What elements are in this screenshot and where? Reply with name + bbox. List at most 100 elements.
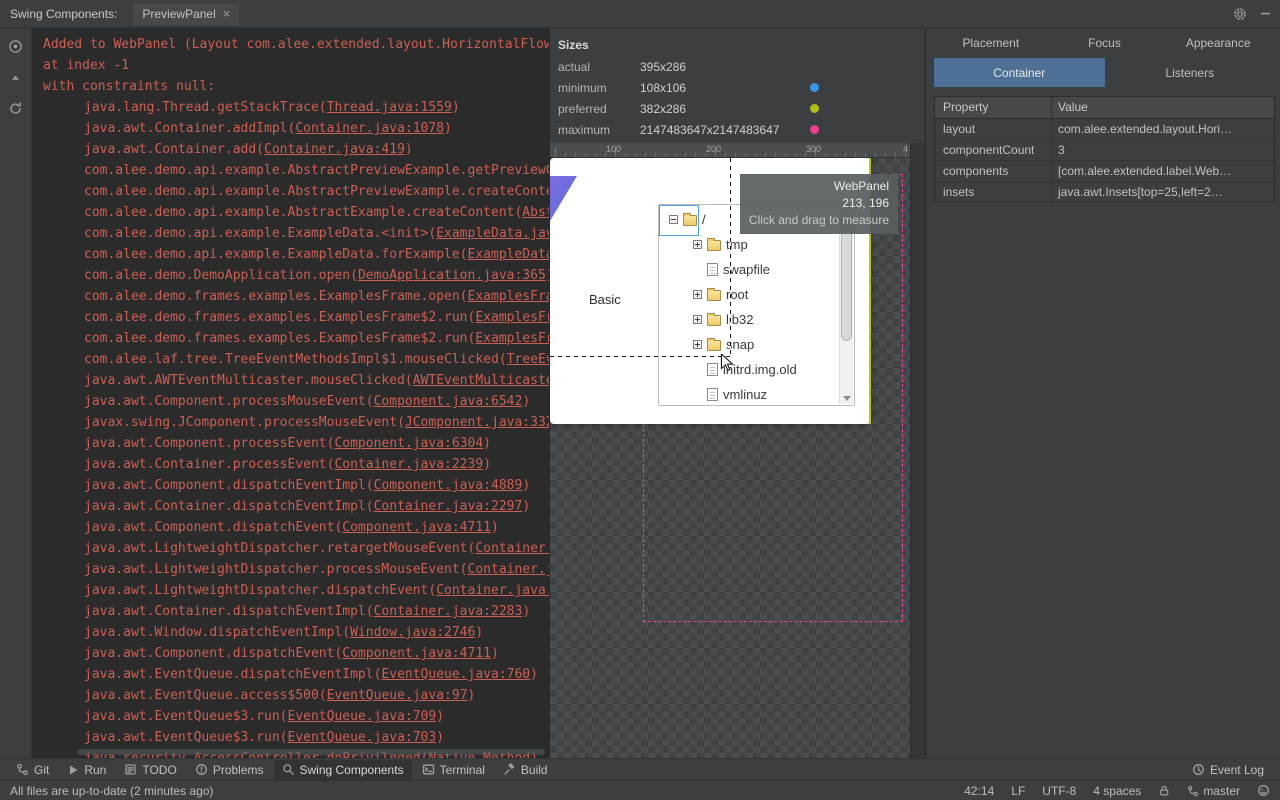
preview-target-icon[interactable] xyxy=(7,37,25,55)
stack-frame-link[interactable]: EventQueue.java:703 xyxy=(288,730,437,745)
stack-frame-link[interactable]: Container.java:4476 xyxy=(436,583,549,598)
table-row[interactable]: componentCount 3 xyxy=(935,140,1274,161)
tool-button-build[interactable]: Build xyxy=(495,760,556,780)
expand-handle-icon[interactable] xyxy=(693,290,702,299)
expand-handle-icon[interactable] xyxy=(693,240,702,249)
horizontal-scrollbar[interactable] xyxy=(77,749,545,755)
tab-placement[interactable]: Placement xyxy=(934,36,1048,50)
stack-frame-text: java.awt.Component.processEvent( xyxy=(84,436,335,451)
hide-icon[interactable] xyxy=(1259,7,1272,20)
expand-handle-icon[interactable] xyxy=(693,315,702,324)
stack-frame-link[interactable]: Container.java:4535 xyxy=(468,562,549,577)
stack-frame-link[interactable]: Container.java:2297 xyxy=(374,499,523,514)
stack-frame-link[interactable]: TreeEventMethodsImpl.java:61 xyxy=(507,352,549,367)
tree-item[interactable]: initrd.img.old xyxy=(659,357,854,382)
table-row[interactable]: components [com.alee.extended.label.Web… xyxy=(935,161,1274,182)
main-area: Added to WebPanel (Layout com.alee.exten… xyxy=(0,28,1280,758)
stack-frame-link[interactable]: Component.java:4711 xyxy=(342,520,491,535)
tree-item[interactable]: vmlinuz xyxy=(659,382,854,405)
tooltip-coordinates: 213, 196 xyxy=(842,196,889,210)
tab-container[interactable]: Container xyxy=(934,58,1105,87)
scroll-down-icon[interactable] xyxy=(843,396,851,401)
stack-frame-link[interactable]: ExampleData.java:38 xyxy=(468,247,549,262)
indent-style[interactable]: 4 spaces xyxy=(1093,784,1141,798)
stack-frame-link[interactable]: JComponent.java:3324 xyxy=(405,415,549,430)
up-arrow-icon[interactable] xyxy=(7,68,25,86)
stack-frame-link[interactable]: ExamplesFrame.java:71 xyxy=(475,331,549,346)
demo-shape-decoration xyxy=(550,176,577,221)
preview-panel: Sizes actual 395x286 minimum 108x106 pre… xyxy=(549,28,925,758)
notifications-icon[interactable] xyxy=(1257,784,1270,797)
table-row[interactable]: insets java.awt.Insets[top=25,left=2… xyxy=(935,182,1274,203)
tool-button-run[interactable]: Run xyxy=(59,760,114,780)
stack-frame-text: java.awt.AWTEventMulticaster.mouseClicke… xyxy=(84,373,413,388)
stack-frame-link[interactable]: Container.java:4904 xyxy=(475,541,549,556)
stack-frame-link[interactable]: AWTEventMulticaster.java:270 xyxy=(413,373,549,388)
tool-window-title: Swing Components: xyxy=(10,6,118,21)
stack-frame-link[interactable]: Container.java:1078 xyxy=(295,121,444,136)
close-icon[interactable]: × xyxy=(223,7,231,20)
stack-frame-link[interactable]: Window.java:2746 xyxy=(350,625,475,640)
stack-frame-link[interactable]: Container.java:2283 xyxy=(374,604,523,619)
console-line: com.alee.laf.tree.TreeEventMethodsImpl$1… xyxy=(43,349,549,370)
tab-listeners[interactable]: Listeners xyxy=(1105,58,1276,87)
tab-focus[interactable]: Focus xyxy=(1048,36,1162,50)
event-log-button[interactable]: Event Log xyxy=(1184,760,1272,780)
tree-item[interactable]: snap xyxy=(659,332,854,357)
stack-frame-close: ) xyxy=(436,709,445,724)
stack-frame-link[interactable]: EventQueue.java:97 xyxy=(327,688,468,703)
stack-frame-link[interactable]: Thread.java:1559 xyxy=(327,100,452,115)
tree-item-label: / xyxy=(702,212,706,227)
stack-frame-close: ) xyxy=(483,457,491,472)
lock-icon[interactable] xyxy=(1158,784,1170,797)
stack-frame-text: com.alee.demo.api.example.ExampleData.fo… xyxy=(84,247,468,262)
tool-button-todo[interactable]: TODO xyxy=(116,760,184,780)
console-line: java.awt.Container.dispatchEventImpl(Con… xyxy=(43,496,549,517)
tab-previewpanel[interactable]: PreviewPanel × xyxy=(133,2,240,25)
tool-button-problems[interactable]: Problems xyxy=(187,760,272,780)
stack-frame-text: with constraints null: xyxy=(43,79,216,94)
stack-frame-link[interactable]: EventQueue.java:760 xyxy=(381,667,530,682)
stack-frame-link[interactable]: Container.java:2239 xyxy=(334,457,483,472)
tool-button-terminal[interactable]: Terminal xyxy=(414,760,493,780)
tree-item[interactable]: swapfile xyxy=(659,257,854,282)
expand-handle-icon[interactable] xyxy=(693,340,702,349)
tree-item[interactable]: root xyxy=(659,282,854,307)
ruler-mark: 100 xyxy=(606,144,622,154)
inspector-tabs-row2: Container Listeners xyxy=(934,58,1275,87)
stack-frame-link[interactable]: Component.java:4711 xyxy=(342,646,491,661)
tool-button-git[interactable]: Git xyxy=(8,760,57,780)
tool-button-swing-components[interactable]: Swing Components xyxy=(273,759,412,780)
property-name: components xyxy=(935,161,1052,181)
ruler-mark: 200 xyxy=(706,144,722,154)
git-branch-widget[interactable]: master xyxy=(1187,784,1240,798)
caret-position[interactable]: 42:14 xyxy=(964,784,994,798)
stack-frame-link[interactable]: Container.java:419 xyxy=(264,142,405,157)
tree-scrollbar[interactable] xyxy=(839,206,853,404)
console-line: com.alee.demo.api.example.ExampleData.<i… xyxy=(43,223,549,244)
stack-trace-console[interactable]: Added to WebPanel (Layout com.alee.exten… xyxy=(32,28,549,758)
stack-frame-text: com.alee.demo.frames.examples.ExamplesFr… xyxy=(84,289,468,304)
stack-frame-link[interactable]: Component.java:6304 xyxy=(334,436,483,451)
gear-icon[interactable] xyxy=(1233,7,1247,21)
stack-frame-text: com.alee.demo.api.example.AbstractPrevie… xyxy=(84,163,549,178)
line-separator[interactable]: LF xyxy=(1011,784,1025,798)
stack-frame-link[interactable]: ExamplesFrame.java:84 xyxy=(468,289,549,304)
stack-frame-link[interactable]: Component.java:4889 xyxy=(374,478,523,493)
stack-frame-link[interactable]: AbstractExample.java:46 xyxy=(522,205,549,220)
stack-frame-link[interactable]: DemoApplication.java:365 xyxy=(358,268,546,283)
status-message: All files are up-to-date (2 minutes ago) xyxy=(10,783,214,798)
stack-frame-link[interactable]: EventQueue.java:709 xyxy=(288,709,437,724)
measure-canvas[interactable]: Basic / tmp swapfile root lib32 snap ini… xyxy=(550,158,910,758)
stack-frame-link[interactable]: Component.java:6542 xyxy=(374,394,523,409)
refresh-icon[interactable] xyxy=(7,99,25,117)
stack-frame-link[interactable]: ExampleData.java:49 xyxy=(436,226,549,241)
table-row[interactable]: layout com.alee.extended.layout.Hori… xyxy=(935,119,1274,140)
stack-frame-link[interactable]: ExamplesFrame.java:75 xyxy=(475,310,549,325)
tree-item[interactable]: lib32 xyxy=(659,307,854,332)
stack-frame-close: ) xyxy=(522,394,531,409)
file-encoding[interactable]: UTF-8 xyxy=(1042,784,1076,798)
column-header-property: Property xyxy=(935,97,1052,118)
stack-frame-text: com.alee.demo.api.example.AbstractExampl… xyxy=(84,205,523,220)
tab-appearance[interactable]: Appearance xyxy=(1161,36,1275,50)
